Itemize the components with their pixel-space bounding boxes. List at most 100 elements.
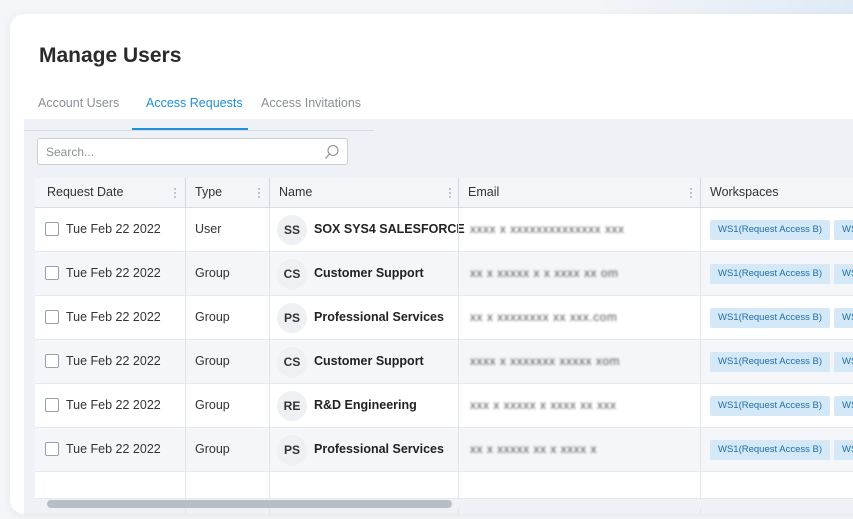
table-header: Request Date Type Name Email Workspaces bbox=[35, 178, 853, 208]
row-checkbox[interactable] bbox=[45, 222, 59, 236]
requester-email: xxx x xxxxx x xxxx xx xxx bbox=[470, 398, 617, 412]
column-workspaces[interactable]: Workspaces bbox=[710, 185, 779, 199]
column-divider bbox=[185, 296, 186, 340]
tab-access-requests[interactable]: Access Requests bbox=[146, 96, 243, 110]
column-divider bbox=[185, 340, 186, 384]
column-divider[interactable] bbox=[269, 178, 270, 208]
table-row[interactable]: Tue Feb 22 2022 Group CS Customer Suppor… bbox=[35, 252, 853, 296]
requester-email: xx x xxxxxxxx xx xxx.com bbox=[470, 310, 618, 324]
requester-name: Customer Support bbox=[314, 354, 424, 368]
row-checkbox[interactable] bbox=[45, 398, 59, 412]
column-divider bbox=[458, 296, 459, 340]
workspace-badge: WS1(Request Access B) bbox=[710, 308, 831, 328]
avatar: RE bbox=[277, 391, 307, 421]
workspace-badge: WS3( bbox=[834, 352, 853, 372]
requester-email: xx x xxxxx x x xxxx xx om bbox=[470, 266, 619, 280]
column-divider bbox=[269, 340, 270, 384]
workspace-badge: WS3( bbox=[834, 264, 853, 284]
manage-users-card: Manage Users Account Users Access Reques… bbox=[10, 14, 853, 514]
workspace-badge: WS1(Request Access B) bbox=[710, 264, 831, 284]
tab-bar: Account Users Access Requests Access Inv… bbox=[24, 94, 374, 131]
horizontal-scrollbar[interactable] bbox=[35, 499, 853, 509]
column-menu-icon[interactable] bbox=[688, 186, 694, 200]
column-divider bbox=[185, 384, 186, 428]
column-divider bbox=[269, 428, 270, 472]
column-divider bbox=[458, 428, 459, 472]
request-type: Group bbox=[195, 310, 230, 324]
tab-access-invitations[interactable]: Access Invitations bbox=[261, 96, 361, 110]
table-row[interactable]: Tue Feb 22 2022 Group RE R&D Engineering… bbox=[35, 384, 853, 428]
requester-email: xxxx x xxxxxxx xxxxx xom bbox=[470, 354, 621, 368]
request-date: Tue Feb 22 2022 bbox=[66, 354, 161, 368]
page-title: Manage Users bbox=[39, 44, 182, 67]
table-row[interactable]: Tue Feb 22 2022 Group CS Customer Suppor… bbox=[35, 340, 853, 384]
column-divider bbox=[700, 384, 701, 428]
request-type: Group bbox=[195, 442, 230, 456]
search-icon[interactable] bbox=[324, 144, 340, 160]
search-input[interactable] bbox=[38, 139, 318, 164]
column-divider bbox=[458, 252, 459, 296]
avatar: PS bbox=[277, 435, 307, 465]
column-divider bbox=[458, 208, 459, 252]
request-type: User bbox=[195, 222, 222, 236]
requester-name: Professional Services bbox=[314, 310, 444, 324]
requester-name: SOX SYS4 SALESFORCE bbox=[314, 222, 465, 236]
column-menu-icon[interactable] bbox=[447, 186, 453, 200]
column-type[interactable]: Type bbox=[195, 185, 222, 199]
column-divider bbox=[700, 296, 701, 340]
requester-name: Professional Services bbox=[314, 442, 444, 456]
table-row[interactable]: Tue Feb 22 2022 Group PS Professional Se… bbox=[35, 428, 853, 472]
avatar: SS bbox=[277, 215, 307, 245]
workspace-badge: WS1(Request Access B) bbox=[710, 220, 831, 240]
request-date: Tue Feb 22 2022 bbox=[66, 442, 161, 456]
column-divider bbox=[269, 208, 270, 252]
column-divider bbox=[700, 340, 701, 384]
column-request-date[interactable]: Request Date bbox=[47, 185, 123, 199]
workspace-badge: WS1(Request Access B) bbox=[710, 352, 831, 372]
active-tab-indicator bbox=[132, 128, 248, 130]
avatar: CS bbox=[277, 259, 307, 289]
column-name[interactable]: Name bbox=[279, 185, 312, 199]
column-divider bbox=[700, 208, 701, 252]
column-divider bbox=[700, 252, 701, 296]
workspace-badge: WS3( bbox=[834, 396, 853, 416]
search-box bbox=[37, 138, 348, 165]
requester-name: Customer Support bbox=[314, 266, 424, 280]
column-divider bbox=[269, 296, 270, 340]
table-row[interactable]: Tue Feb 22 2022 User SS SOX SYS4 SALESFO… bbox=[35, 208, 853, 252]
workspace-badge: WS1(Request Access B) bbox=[710, 440, 831, 460]
request-date: Tue Feb 22 2022 bbox=[66, 266, 161, 280]
request-type: Group bbox=[195, 354, 230, 368]
column-menu-icon[interactable] bbox=[256, 186, 262, 200]
workspace-badge: WS1(Request Access B) bbox=[710, 396, 831, 416]
row-checkbox[interactable] bbox=[45, 266, 59, 280]
column-divider[interactable] bbox=[700, 178, 701, 208]
column-divider bbox=[185, 208, 186, 252]
column-divider bbox=[185, 252, 186, 296]
avatar: CS bbox=[277, 347, 307, 377]
top-decoration bbox=[600, 0, 853, 14]
workspace-badge: WS3( bbox=[834, 308, 853, 328]
column-divider[interactable] bbox=[185, 178, 186, 208]
column-divider bbox=[269, 252, 270, 296]
column-divider[interactable] bbox=[458, 178, 459, 208]
scrollbar-thumb[interactable] bbox=[47, 500, 452, 508]
column-menu-icon[interactable] bbox=[172, 186, 178, 200]
request-type: Group bbox=[195, 266, 230, 280]
workspace-badge: WS3( bbox=[834, 220, 853, 240]
table-row[interactable]: Tue Feb 22 2022 Group PS Professional Se… bbox=[35, 296, 853, 340]
column-divider bbox=[269, 384, 270, 428]
column-email[interactable]: Email bbox=[468, 185, 499, 199]
column-divider bbox=[458, 384, 459, 428]
avatar: PS bbox=[277, 303, 307, 333]
requester-email: xxxx x xxxxxxxxxxxxxx xxx bbox=[470, 222, 625, 236]
row-checkbox[interactable] bbox=[45, 354, 59, 368]
tab-account-users[interactable]: Account Users bbox=[38, 96, 119, 110]
request-type: Group bbox=[195, 398, 230, 412]
row-checkbox[interactable] bbox=[45, 310, 59, 324]
requester-email: xx x xxxxx xx x xxxx x bbox=[470, 442, 598, 456]
workspace-badge: WS3( bbox=[834, 440, 853, 460]
requester-name: R&D Engineering bbox=[314, 398, 417, 412]
row-checkbox[interactable] bbox=[45, 442, 59, 456]
request-date: Tue Feb 22 2022 bbox=[66, 398, 161, 412]
